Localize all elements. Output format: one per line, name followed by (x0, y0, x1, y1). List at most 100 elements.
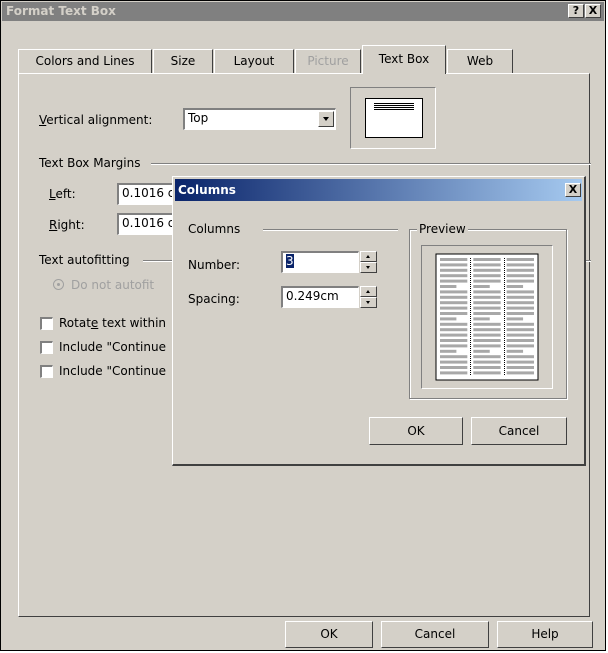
preview-text-line (506, 333, 534, 337)
vertical-alignment-select[interactable]: Top (183, 108, 336, 130)
preview-text-line (506, 360, 534, 364)
preview-text-line (473, 371, 501, 375)
tab-web[interactable]: Web (447, 49, 513, 73)
right-margin-input[interactable]: 0.1016 c (117, 213, 179, 235)
columns-ok-button[interactable]: OK (369, 417, 463, 445)
spacing-label: Spacing: (188, 292, 240, 306)
text-lines-icon (374, 103, 414, 104)
preview-text-line (506, 274, 534, 278)
preview-text-line (440, 301, 468, 305)
tab-label: Colors and Lines (35, 54, 135, 68)
number-spinner[interactable] (360, 251, 377, 273)
tab-label: Picture (307, 54, 349, 68)
preview-text-line (440, 285, 457, 288)
preview-text-line (440, 360, 468, 364)
preview-text-line (506, 355, 534, 359)
margins-divider (151, 163, 591, 165)
input-value-selected: 3 (286, 254, 294, 268)
spin-up-icon[interactable] (360, 286, 377, 297)
right-margin-label: Right: (49, 218, 85, 232)
radio-dot (57, 283, 60, 286)
preview-text-line (440, 333, 468, 337)
preview-text-line (473, 344, 501, 348)
preview-text-line (440, 344, 468, 348)
columns-close-button[interactable]: X (565, 183, 581, 197)
label-text: Rotat (59, 316, 91, 330)
spacing-spinner[interactable] (360, 286, 377, 308)
preview-text-line (473, 306, 501, 310)
preview-text-line (473, 328, 501, 332)
columns-dialog-title: Columns (178, 183, 236, 197)
input-value: 0.1016 c (122, 186, 175, 200)
preview-text-line (506, 312, 534, 315)
preview-text-line (473, 317, 490, 321)
preview-text-line (473, 295, 501, 299)
rotate-text-checkbox[interactable] (40, 317, 53, 330)
left-margin-label: Left: (49, 187, 76, 201)
preview-text-line (440, 258, 468, 261)
left-margin-input[interactable]: 0.1016 c (117, 183, 179, 205)
preview-text-line (473, 349, 490, 353)
rotate-text-label: Rotate text within (59, 316, 166, 330)
preview-text-line (506, 306, 534, 310)
tab-picture: Picture (295, 49, 361, 73)
close-title-button[interactable]: X (585, 4, 601, 18)
preview-text-line (440, 339, 468, 342)
preview-text-line (440, 355, 468, 359)
number-input[interactable]: 3 (281, 251, 359, 273)
label-text: ight: (57, 218, 85, 232)
label-text: ertical alignment: (46, 113, 153, 127)
tab-layout[interactable]: Layout (214, 49, 294, 73)
columns-preview-page (435, 253, 539, 381)
spacing-input[interactable]: 0.249cm (281, 286, 359, 308)
preview-text-line (506, 290, 534, 294)
do-not-autofit-radio[interactable] (53, 279, 64, 290)
preview-text-line (506, 371, 534, 375)
tab-label: Web (466, 54, 494, 68)
preview-text-line (440, 263, 468, 267)
columns-group-label: Columns (188, 222, 241, 236)
preview-text-line (473, 360, 501, 364)
preview-text-line (473, 366, 501, 369)
preview-text-line (506, 285, 524, 288)
preview-text-line (440, 306, 468, 310)
spin-down-icon[interactable] (360, 297, 377, 308)
preview-text-line (440, 328, 468, 332)
label-text: eft: (55, 187, 76, 201)
chevron-down-icon[interactable] (318, 111, 334, 127)
cancel-button[interactable]: Cancel (381, 621, 489, 648)
preview-text-line (440, 274, 468, 278)
help-button[interactable]: Help (497, 621, 593, 648)
spin-up-icon[interactable] (360, 251, 377, 262)
tab-size[interactable]: Size (153, 49, 213, 73)
preview-text-line (440, 349, 457, 353)
preview-text-line (473, 290, 501, 294)
preview-text-line (440, 366, 468, 369)
preview-text-line (473, 285, 490, 288)
preview-text-line (506, 279, 534, 283)
include-continued-on-checkbox[interactable] (40, 365, 53, 378)
preview-text-line (440, 317, 457, 321)
preview-text-line (506, 328, 534, 332)
preview-text-line (506, 344, 534, 348)
select-value: Top (188, 111, 209, 125)
preview-text-line (440, 268, 468, 272)
include-continued-from-checkbox[interactable] (40, 341, 53, 354)
tab-text-box[interactable]: Text Box (362, 45, 446, 74)
help-title-button[interactable]: ? (568, 4, 584, 18)
preview-text-line (440, 279, 468, 283)
preview-text-line (506, 339, 534, 342)
do-not-autofit-label: Do not autofit (71, 278, 155, 292)
tab-colors-and-lines[interactable]: Colors and Lines (18, 49, 152, 73)
preview-text-line (473, 263, 501, 267)
active-tab-joint (363, 73, 445, 75)
columns-cancel-button[interactable]: Cancel (471, 417, 567, 445)
preview-text-line (506, 322, 534, 326)
preview-text-line (473, 333, 501, 337)
preview-text-line (473, 355, 501, 359)
ok-button[interactable]: OK (285, 621, 373, 648)
columns-title-bar: Columns X (175, 179, 582, 201)
preview-text-line (473, 301, 501, 305)
spin-down-icon[interactable] (360, 262, 377, 273)
vertical-alignment-label: Vertical alignment: (39, 113, 152, 127)
